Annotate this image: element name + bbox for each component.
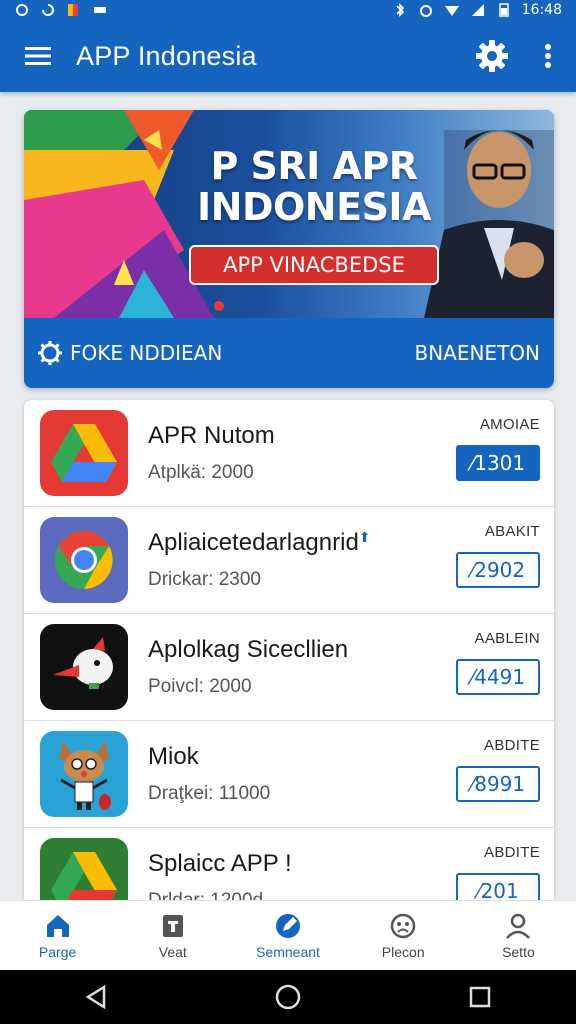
home-icon bbox=[46, 914, 69, 937]
price-button[interactable]: ⁄201 bbox=[456, 873, 540, 900]
banner-footer-right-button[interactable]: BNAENETON bbox=[414, 341, 540, 365]
status-right-icons: 16:48 bbox=[392, 2, 562, 18]
banner-footer-left-label: FOKE NDDIEAN bbox=[70, 341, 223, 365]
app-tag: AABLEIN bbox=[474, 630, 540, 647]
nav-item-veat[interactable]: Veat bbox=[115, 901, 230, 970]
price-button[interactable]: ⁄2902 bbox=[456, 552, 540, 588]
price-button[interactable]: ⁄8991 bbox=[456, 766, 540, 802]
cartoon-fox-icon bbox=[40, 731, 128, 817]
app-tag: AMOIAE bbox=[479, 416, 540, 433]
status-bar: 16:48 bbox=[0, 0, 576, 20]
banner-image: P SRI APR INDONESIA APP VINACBEDSE bbox=[24, 110, 554, 318]
bottom-navigation: Parge Veat Semneant Plecon Setto bbox=[0, 900, 576, 970]
menu-button[interactable] bbox=[0, 20, 76, 92]
news-icon bbox=[162, 914, 183, 937]
back-triangle-icon bbox=[85, 985, 106, 1009]
banner-footer: FOKE NDDIEAN BNAENETON bbox=[24, 318, 554, 388]
promo-banner[interactable]: P SRI APR INDONESIA APP VINACBEDSE FOKE … bbox=[24, 110, 554, 388]
update-arrow-icon: ⬆ bbox=[358, 529, 371, 545]
nav-item-semneant[interactable]: Semneant bbox=[230, 901, 345, 970]
app-list: APR Nutom Atplkä: 2000 AMOIAE ⁄1301 Apli… bbox=[24, 400, 554, 900]
back-button[interactable] bbox=[72, 973, 120, 1021]
color-app-icon bbox=[68, 4, 78, 16]
hamburger-icon bbox=[25, 47, 51, 65]
drive-icon bbox=[40, 410, 128, 496]
nav-item-label: Semneant bbox=[256, 943, 320, 960]
banner-footer-left[interactable]: FOKE NDDIEAN bbox=[38, 341, 222, 365]
wifi-icon bbox=[444, 6, 459, 16]
app-tag: ABAKIT bbox=[484, 523, 540, 540]
gear-icon bbox=[476, 40, 508, 72]
person-icon bbox=[506, 913, 531, 939]
game-icon bbox=[94, 7, 106, 13]
nav-item-plecon[interactable]: Plecon bbox=[346, 901, 461, 970]
more-options-button[interactable] bbox=[520, 20, 576, 92]
price-button[interactable]: ⁄1301 bbox=[456, 445, 540, 481]
sync-icon bbox=[42, 4, 54, 16]
price-button[interactable]: ⁄4491 bbox=[456, 659, 540, 695]
nav-item-label: Parge bbox=[38, 943, 77, 960]
battery-icon bbox=[498, 3, 509, 17]
alarm-icon bbox=[419, 5, 432, 17]
signal-icon bbox=[471, 4, 484, 16]
home-button[interactable] bbox=[264, 973, 312, 1021]
app-tag: ABDITE bbox=[484, 844, 540, 861]
status-left-icons bbox=[14, 3, 108, 17]
bluetooth-icon bbox=[396, 3, 404, 17]
nav-item-label: Plecon bbox=[381, 943, 425, 960]
nav-item-home[interactable]: Parge bbox=[0, 901, 115, 970]
home-circle-icon bbox=[275, 984, 301, 1010]
list-item[interactable]: Miok Draţkei: 11000 ABDITE ⁄8991 bbox=[24, 721, 554, 828]
app-bar: APP Indonesia bbox=[0, 20, 576, 92]
system-navigation-bar bbox=[0, 970, 576, 1024]
app-tag: ABDITE bbox=[484, 737, 540, 754]
list-item[interactable]: Aplolkag Sicecllien Poivcl: 2000 AABLEIN… bbox=[24, 614, 554, 721]
nav-item-setto[interactable]: Setto bbox=[461, 901, 576, 970]
list-item[interactable]: APR Nutom Atplkä: 2000 AMOIAE ⁄1301 bbox=[24, 400, 554, 507]
nav-item-label: Veat bbox=[158, 943, 187, 960]
drive-icon bbox=[40, 838, 128, 900]
more-vert-icon bbox=[545, 44, 551, 68]
recents-button[interactable] bbox=[456, 973, 504, 1021]
settings-button[interactable] bbox=[464, 20, 520, 92]
status-time: 16:48 bbox=[521, 2, 562, 18]
list-item[interactable]: Splaicc APP ! Drldar: 1200d ABDITE ⁄201 bbox=[24, 828, 554, 900]
link-icon bbox=[16, 4, 28, 16]
banner-headline: P SRI APR INDONESIA bbox=[184, 146, 444, 228]
chrome-icon bbox=[40, 517, 128, 603]
bird-icon bbox=[40, 624, 128, 710]
banner-headline-line2: INDONESIA bbox=[197, 185, 431, 229]
banner-badge[interactable]: APP VINACBEDSE bbox=[189, 245, 439, 285]
recents-square-icon bbox=[469, 986, 491, 1008]
edit-icon bbox=[276, 913, 300, 938]
face-icon bbox=[390, 913, 416, 938]
banner-headline-line1: P SRI APR bbox=[210, 144, 418, 188]
list-item[interactable]: Apliaicetedarlagnrid⬆ Drickar: 2300 ABAK… bbox=[24, 507, 554, 614]
nav-item-label: Setto bbox=[502, 943, 535, 960]
gear-icon bbox=[38, 341, 62, 365]
app-name-text: Apliaicetedarlagnrid bbox=[148, 529, 359, 556]
app-title: APP Indonesia bbox=[76, 40, 257, 71]
